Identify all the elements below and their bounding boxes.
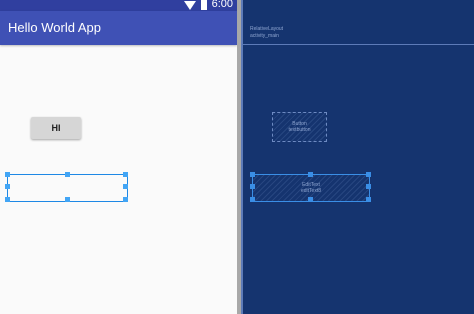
resize-handle[interactable] bbox=[123, 197, 128, 202]
battery-icon bbox=[200, 0, 207, 10]
blueprint-resize-handle[interactable] bbox=[366, 172, 371, 177]
status-icons: 6:00 bbox=[183, 0, 233, 10]
design-pane: 6:00 Hello World App HI bbox=[0, 0, 237, 314]
hi-button[interactable]: HI bbox=[31, 117, 81, 139]
blueprint-resize-handle[interactable] bbox=[250, 172, 255, 177]
resize-handle[interactable] bbox=[65, 172, 70, 177]
blueprint-resize-handle[interactable] bbox=[366, 197, 371, 202]
resize-handle[interactable] bbox=[123, 184, 128, 189]
blueprint-layout-label: RelativeLayout activity_main bbox=[250, 26, 283, 40]
blueprint-resize-handle[interactable] bbox=[366, 184, 371, 189]
blueprint-button-id: textbutton bbox=[288, 127, 311, 133]
blueprint-edge bbox=[241, 0, 243, 314]
blueprint-pane bbox=[241, 0, 474, 314]
status-time: 6:00 bbox=[211, 0, 233, 10]
resize-handle[interactable] bbox=[5, 197, 10, 202]
blueprint-resize-handle[interactable] bbox=[250, 197, 255, 202]
app-title: Hello World App bbox=[8, 20, 101, 35]
layout-type: RelativeLayout bbox=[250, 26, 284, 32]
blueprint-resize-handle[interactable] bbox=[250, 184, 255, 189]
blueprint-resize-handle[interactable] bbox=[308, 197, 313, 202]
wifi-icon bbox=[183, 0, 196, 10]
resize-handle[interactable] bbox=[65, 197, 70, 202]
resize-handle[interactable] bbox=[5, 184, 10, 189]
layout-id: activity_main bbox=[250, 33, 279, 39]
resize-handle[interactable] bbox=[5, 172, 10, 177]
resize-handle[interactable] bbox=[123, 172, 128, 177]
blueprint-button[interactable]: Button textbutton bbox=[272, 112, 327, 142]
blueprint-resize-handle[interactable] bbox=[308, 172, 313, 177]
blueprint-header-line bbox=[243, 44, 474, 45]
blueprint-edittext-id: editText8 bbox=[300, 188, 321, 194]
app-bar: Hello World App bbox=[0, 11, 237, 45]
status-bar: 6:00 bbox=[0, 0, 237, 11]
